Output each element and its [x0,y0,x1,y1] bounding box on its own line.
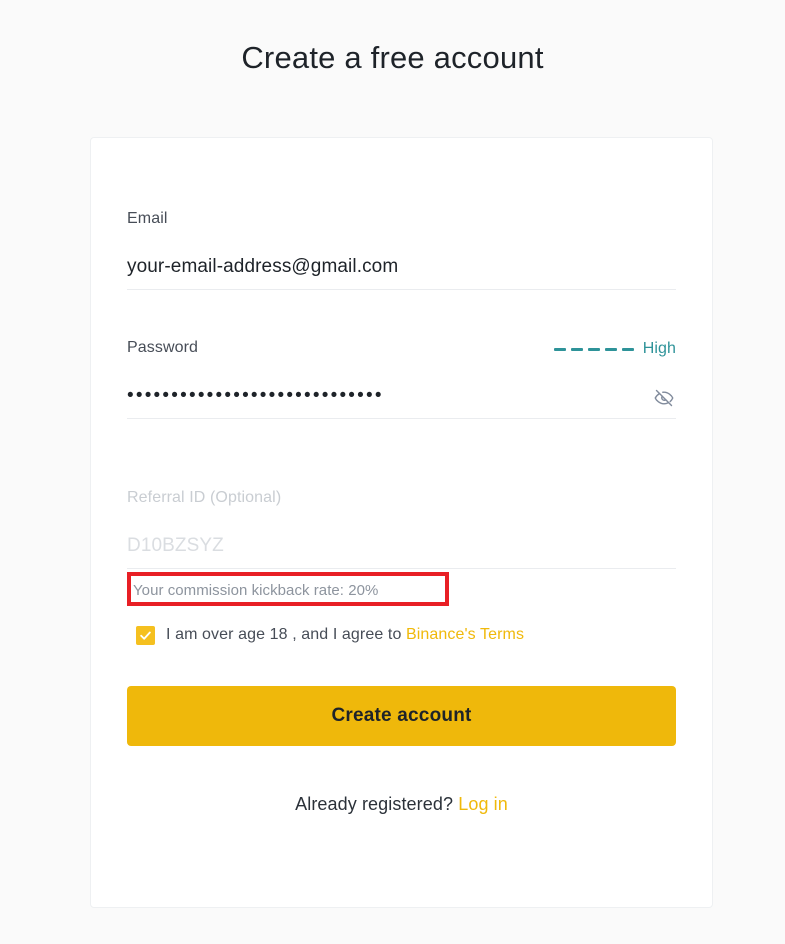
password-strength-label: High [642,340,676,357]
terms-link[interactable]: Binance's Terms [406,626,524,643]
referral-field-group: Referral ID (Optional) D10BZSYZ [127,487,676,569]
strength-segment-4 [604,347,617,351]
password-strength-indicator: High [553,339,676,359]
login-prompt: Already registered? Log in [127,792,676,816]
signup-form: Email your-email-address@gmail.com Passw… [91,208,712,816]
agreement-text-before: I am over age 18 , and I agree to [166,626,402,643]
strength-segment-3 [587,347,600,351]
password-input[interactable]: ••••••••••••••••••••••••••••• [127,383,676,419]
strength-segment-1 [553,347,566,351]
login-prompt-text: Already registered? [295,794,454,814]
email-input[interactable]: your-email-address@gmail.com [127,254,676,290]
login-link[interactable]: Log in [458,794,508,814]
kickback-rate-note: Your commission kickback rate: 20% [133,582,379,599]
password-field-group: Password High ••••••••••••••••••••••••••… [127,337,676,419]
agreement-row: I am over age 18 , and I agree to Binanc… [127,624,676,646]
referral-input[interactable]: D10BZSYZ [127,533,676,569]
page-title: Create a free account [241,40,544,75]
create-account-button[interactable]: Create account [127,686,676,746]
email-label: Email [127,210,168,227]
password-strength-bars [553,347,634,351]
agreement-label: I am over age 18 , and I agree to Binanc… [166,624,524,646]
strength-segment-2 [570,347,583,351]
referral-label: Referral ID (Optional) [127,489,282,506]
kickback-note-wrap: Your commission kickback rate: 20% [127,572,676,606]
signup-card: Email your-email-address@gmail.com Passw… [90,137,713,908]
strength-segment-5 [621,347,634,351]
email-field-group: Email your-email-address@gmail.com [127,208,676,290]
eye-off-icon[interactable] [652,386,676,410]
agreement-checkbox[interactable] [136,625,155,645]
